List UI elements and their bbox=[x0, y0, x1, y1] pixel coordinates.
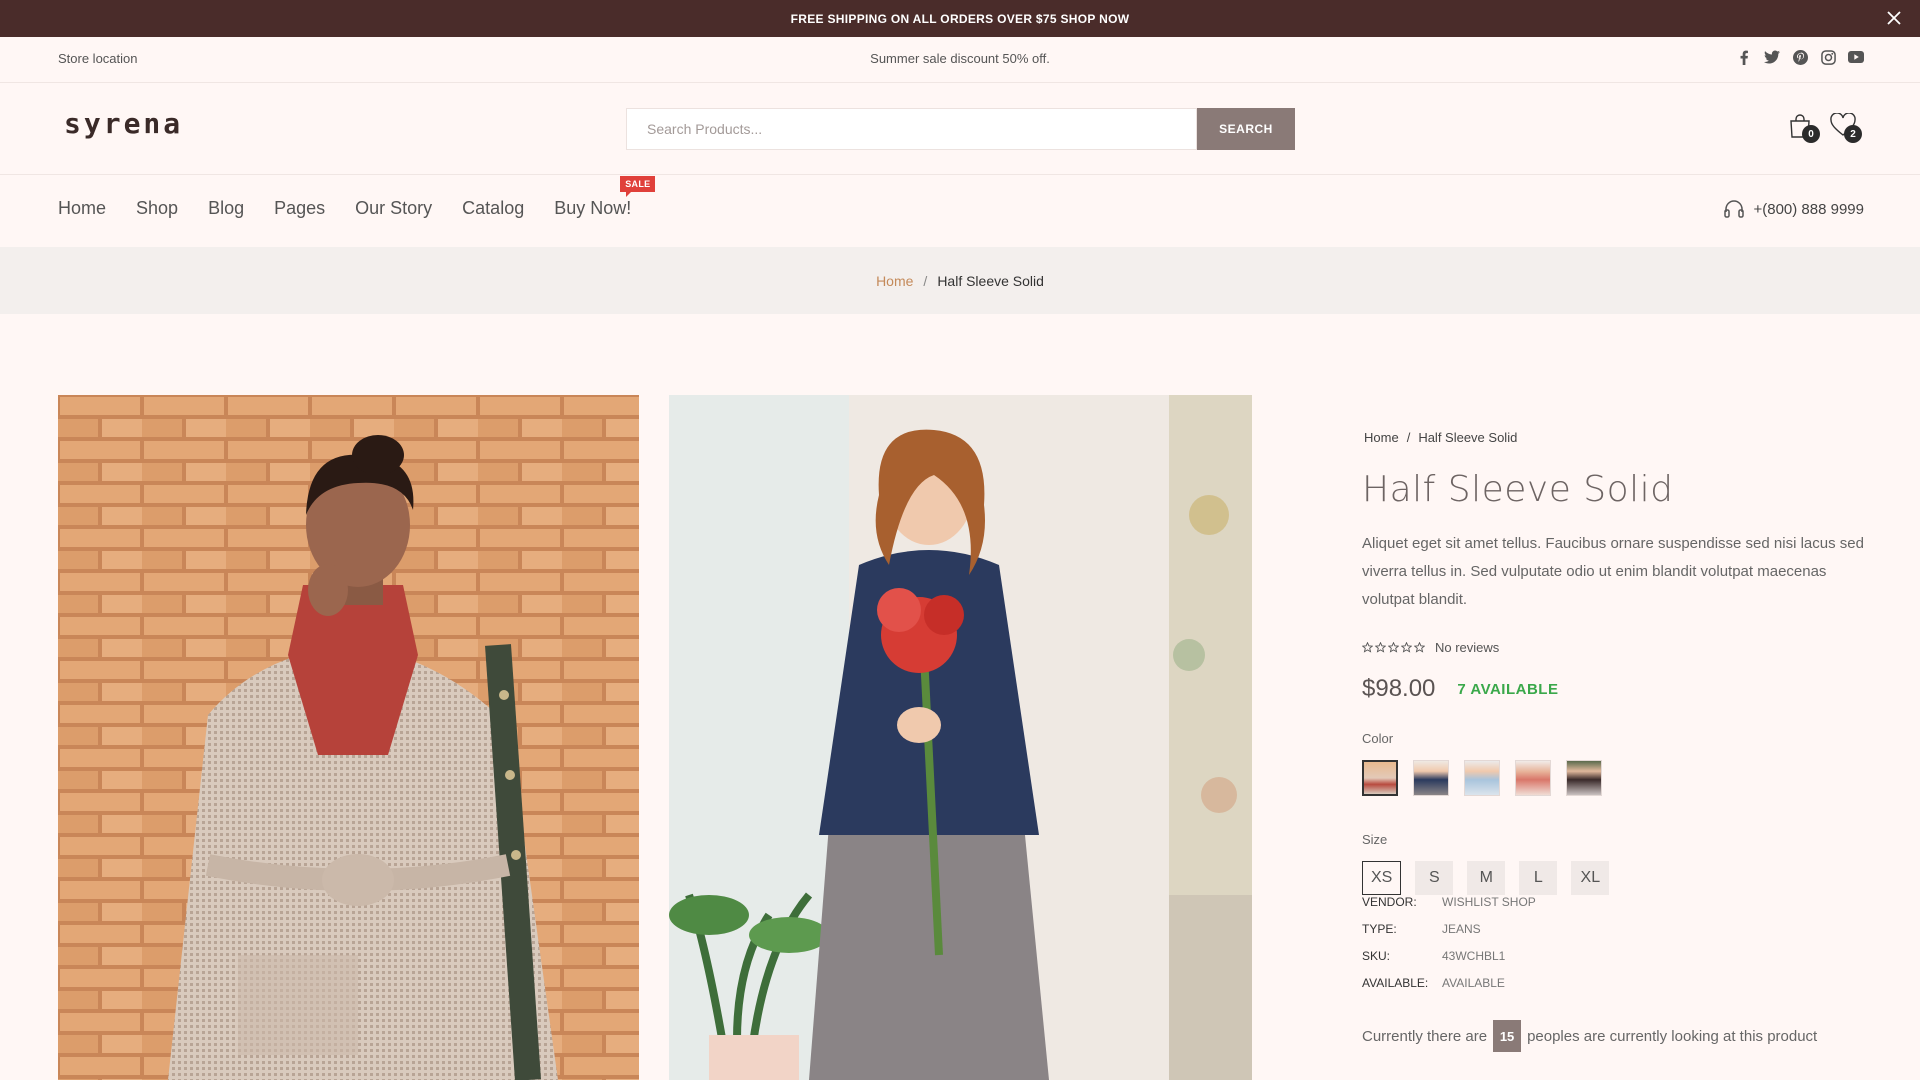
wishlist-button[interactable]: 2 bbox=[1830, 112, 1862, 143]
color-swatch-coral[interactable] bbox=[1515, 760, 1551, 796]
size-label: Size bbox=[1362, 832, 1388, 847]
product-image-2[interactable] bbox=[669, 395, 1252, 1080]
header: syrena SEARCH 0 2 bbox=[0, 83, 1920, 175]
color-swatch-light-blue[interactable] bbox=[1464, 760, 1500, 796]
size-options: XS S M L XL bbox=[1362, 861, 1862, 895]
nav-item-our-story[interactable]: Our Story bbox=[355, 198, 432, 219]
nav-item-home[interactable]: Home bbox=[58, 198, 106, 219]
youtube-icon[interactable] bbox=[1848, 49, 1864, 65]
product-image-1[interactable] bbox=[58, 395, 639, 1080]
nav-item-buy-now-label: Buy Now! bbox=[554, 198, 632, 218]
logo[interactable]: syrena bbox=[64, 107, 183, 140]
phone-number: +(800) 888 9999 bbox=[1753, 200, 1864, 218]
color-swatch-beige[interactable] bbox=[1362, 760, 1398, 796]
wishlist-count-badge: 2 bbox=[1844, 125, 1862, 143]
twitter-icon[interactable] bbox=[1764, 49, 1780, 65]
meta-sku-key: SKU: bbox=[1362, 948, 1391, 963]
breadcrumb-home[interactable]: Home bbox=[876, 273, 913, 289]
color-swatches bbox=[1362, 760, 1862, 796]
social-links bbox=[1736, 49, 1864, 65]
size-option-xs[interactable]: XS bbox=[1362, 861, 1402, 895]
reviews-count[interactable]: No reviews bbox=[1435, 640, 1499, 655]
meta-available-key: AVAILABLE: bbox=[1362, 975, 1429, 990]
meta-vendor-key: VENDOR: bbox=[1362, 895, 1417, 909]
top-strip: Store location Summer sale discount 50% … bbox=[0, 37, 1920, 83]
product-meta: VENDOR: WISHLIST SHOP TYPE: JEANS SKU: 4… bbox=[1362, 895, 1862, 996]
stock-status: 7 AVAILABLE bbox=[1457, 680, 1559, 698]
product-breadcrumb-home[interactable]: Home bbox=[1364, 430, 1399, 445]
meta-sku-value: 43WCHBL1 bbox=[1442, 948, 1506, 963]
viewers-count: 15 bbox=[1493, 1020, 1522, 1052]
nav-item-shop[interactable]: Shop bbox=[136, 198, 178, 219]
meta-type: TYPE: JEANS bbox=[1362, 915, 1862, 942]
product-price: $98.00 bbox=[1362, 675, 1436, 702]
viewers-prefix: Currently there are bbox=[1362, 1027, 1488, 1045]
phone-contact[interactable]: +(800) 888 9999 bbox=[1723, 199, 1864, 219]
cart-count-badge: 0 bbox=[1802, 125, 1820, 143]
star-icon bbox=[1375, 642, 1386, 653]
star-icon bbox=[1401, 642, 1412, 653]
announcement-bar: FREE SHIPPING ON ALL ORDERS OVER $75 SHO… bbox=[0, 0, 1920, 37]
facebook-icon[interactable] bbox=[1736, 49, 1752, 65]
promo-text: Summer sale discount 50% off. bbox=[870, 51, 1050, 66]
nav-item-buy-now[interactable]: Buy Now! SALE bbox=[554, 176, 656, 219]
color-swatch-dark[interactable] bbox=[1566, 760, 1602, 796]
product-rating: No reviews bbox=[1362, 640, 1862, 655]
viewers-suffix: peoples are currently looking at this pr… bbox=[1527, 1027, 1818, 1045]
star-icon bbox=[1414, 642, 1425, 653]
breadcrumb-current: Half Sleeve Solid bbox=[937, 272, 1044, 289]
product-breadcrumb-separator: / bbox=[1406, 430, 1411, 445]
meta-type-value[interactable]: JEANS bbox=[1442, 922, 1481, 936]
close-icon[interactable] bbox=[1880, 4, 1908, 32]
product-breadcrumb-current: Half Sleeve Solid bbox=[1418, 430, 1518, 445]
product-title: Half Sleeve Solid bbox=[1362, 469, 1674, 510]
star-icon bbox=[1362, 642, 1373, 653]
color-swatch-navy[interactable] bbox=[1413, 760, 1449, 796]
nav-item-pages[interactable]: Pages bbox=[274, 198, 325, 219]
main-navigation: Home Shop Blog Pages Our Story Catalog B… bbox=[0, 175, 1920, 247]
product-info: Home / Half Sleeve Solid Half Sleeve Sol… bbox=[1362, 430, 1864, 1052]
color-label: Color bbox=[1362, 731, 1394, 746]
nav-item-blog[interactable]: Blog bbox=[208, 198, 244, 219]
search-input[interactable] bbox=[626, 108, 1197, 150]
breadcrumb-separator: / bbox=[923, 272, 928, 289]
sale-badge: SALE bbox=[620, 176, 656, 197]
headset-icon bbox=[1724, 200, 1745, 218]
announcement-text[interactable]: FREE SHIPPING ON ALL ORDERS OVER $75 SHO… bbox=[791, 12, 1130, 26]
meta-vendor-value[interactable]: WISHLIST SHOP bbox=[1442, 895, 1536, 909]
size-option-l[interactable]: L bbox=[1519, 861, 1558, 895]
instagram-icon[interactable] bbox=[1820, 49, 1836, 65]
meta-available: AVAILABLE: AVAILABLE bbox=[1362, 969, 1862, 996]
search-bar: SEARCH bbox=[626, 108, 1295, 150]
search-button[interactable]: SEARCH bbox=[1197, 108, 1295, 150]
size-option-m[interactable]: M bbox=[1467, 861, 1506, 895]
breadcrumb: Home / Half Sleeve Solid bbox=[0, 247, 1920, 314]
meta-available-value: AVAILABLE bbox=[1442, 975, 1505, 990]
price-row: $98.00 7 AVAILABLE bbox=[1362, 675, 1862, 703]
star-icon bbox=[1388, 642, 1399, 653]
meta-sku: SKU: 43WCHBL1 bbox=[1362, 942, 1862, 969]
cart-button[interactable]: 0 bbox=[1788, 113, 1820, 143]
product-description: Aliquet eget sit amet tellus. Faucibus o… bbox=[1362, 535, 1864, 608]
nav-item-catalog[interactable]: Catalog bbox=[462, 198, 524, 219]
rating-stars bbox=[1362, 642, 1425, 653]
meta-type-key: TYPE: bbox=[1362, 921, 1397, 936]
live-viewers: Currently there are 15 peoples are curre… bbox=[1362, 1020, 1862, 1052]
size-option-xl[interactable]: XL bbox=[1571, 861, 1610, 895]
pinterest-icon[interactable] bbox=[1792, 49, 1808, 65]
product-breadcrumb: Home / Half Sleeve Solid bbox=[1364, 430, 1862, 445]
store-location-link[interactable]: Store location bbox=[58, 51, 138, 66]
meta-vendor: VENDOR: WISHLIST SHOP bbox=[1362, 895, 1862, 909]
size-option-s[interactable]: S bbox=[1415, 861, 1454, 895]
